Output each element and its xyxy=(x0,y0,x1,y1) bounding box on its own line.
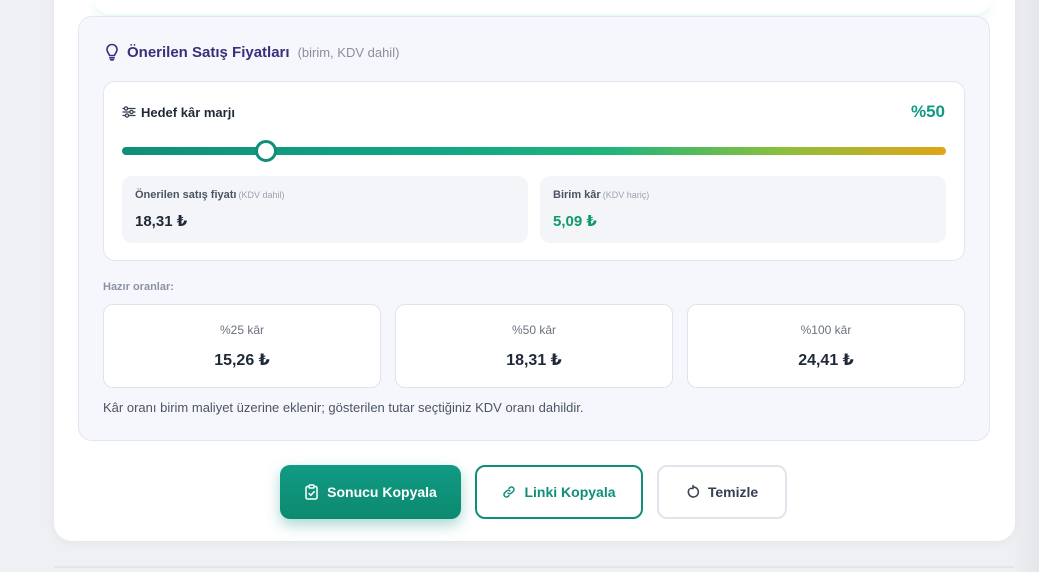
panel-subtitle: (birim, KDV dahil) xyxy=(297,44,400,60)
divider xyxy=(54,566,1014,568)
copy-link-button[interactable]: Linki Kopyala xyxy=(475,465,643,519)
unit-profit-box: Birim kâr (KDV hariç) 5,09 ₺ xyxy=(540,176,946,243)
preset-label: %100 kâr xyxy=(800,323,852,337)
margin-label-text: Hedef kâr marjı xyxy=(141,104,235,120)
preset-label: %25 kâr xyxy=(219,323,265,337)
panel-title-text: Önerilen Satış Fiyatları xyxy=(127,43,290,61)
previous-section-edge xyxy=(95,0,990,14)
suggested-price-value: 18,31 ₺ xyxy=(135,213,188,230)
preset-value: 15,26 ₺ xyxy=(214,352,270,369)
copy-result-button[interactable]: Sonucu Kopyala xyxy=(280,465,461,519)
unit-profit-label: Birim kâr (KDV hariç) xyxy=(553,189,650,201)
copy-result-label: Sonucu Kopyala xyxy=(327,484,437,500)
margin-slider-track[interactable] xyxy=(122,147,946,155)
copy-link-label: Linki Kopyala xyxy=(524,484,616,500)
preset-100-button[interactable]: %100 kâr 24,41 ₺ xyxy=(687,304,965,388)
info-note: Kâr oranı birim maliyet üzerine eklenir;… xyxy=(103,400,584,415)
unit-profit-value: 5,09 ₺ xyxy=(553,213,597,230)
suggested-price-note: (KDV dahil) xyxy=(238,190,285,200)
panel-title: Önerilen Satış Fiyatları (birim, KDV dah… xyxy=(104,42,399,62)
background-edge xyxy=(1015,0,1039,572)
suggested-price-box: Önerilen satış fiyatı (KDV dahil) 18,31 ₺ xyxy=(122,176,528,243)
suggested-price-label: Önerilen satış fiyatı (KDV dahil) xyxy=(135,189,285,201)
preset-value: 24,41 ₺ xyxy=(798,352,854,369)
refresh-icon xyxy=(686,485,700,499)
presets-title: Hazır oranlar: xyxy=(103,281,174,293)
link-icon xyxy=(502,485,516,499)
margin-label: Hedef kâr marjı xyxy=(122,103,235,121)
margin-value: %50 xyxy=(910,102,945,121)
preset-50-button[interactable]: %50 kâr 18,31 ₺ xyxy=(395,304,673,388)
unit-profit-note: (KDV hariç) xyxy=(602,190,650,200)
clipboard-icon xyxy=(304,484,319,500)
sliders-icon xyxy=(122,106,136,118)
clear-label: Temizle xyxy=(707,484,759,500)
lightbulb-icon xyxy=(104,43,120,61)
preset-25-button[interactable]: %25 kâr 15,26 ₺ xyxy=(103,304,381,388)
preset-label: %50 kâr xyxy=(511,323,557,337)
clear-button[interactable]: Temizle xyxy=(657,465,787,519)
preset-value: 18,31 ₺ xyxy=(506,352,562,369)
